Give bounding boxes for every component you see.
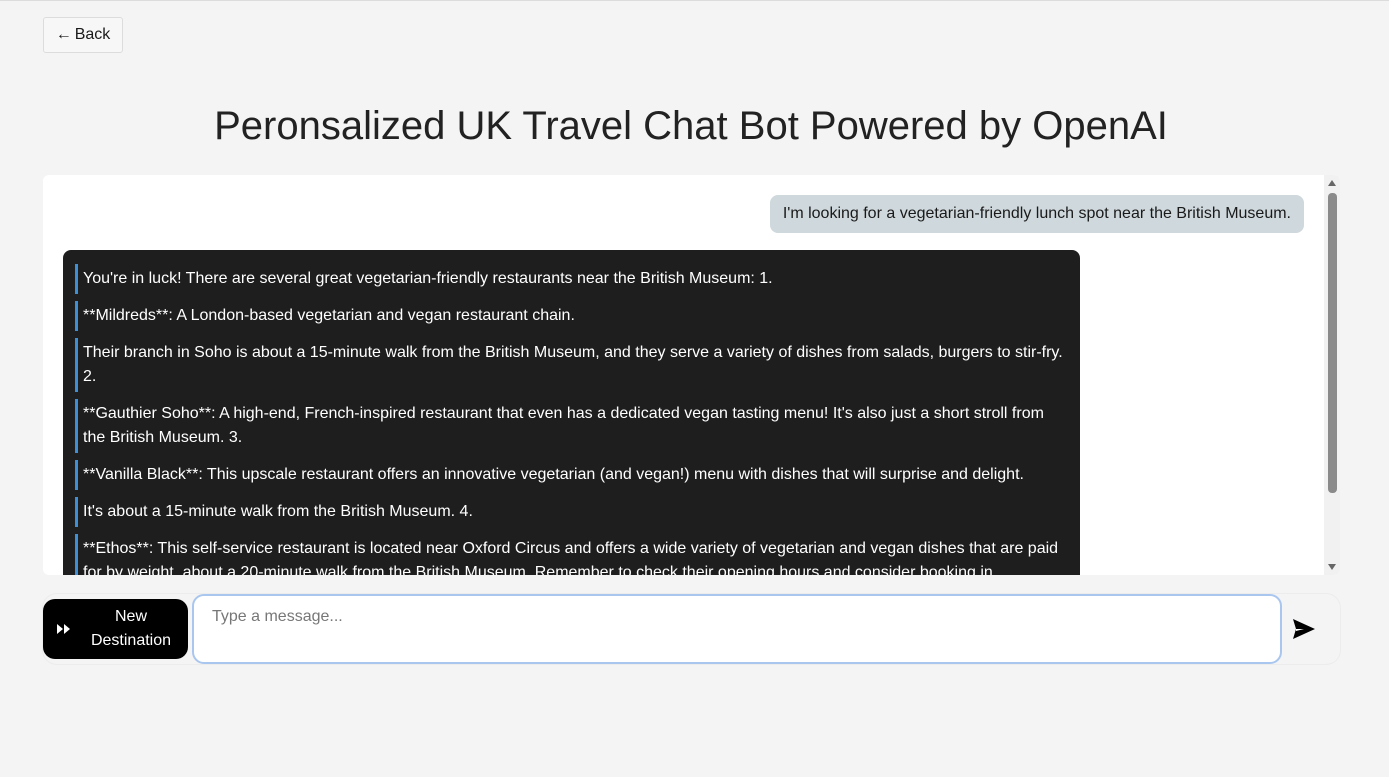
chat-scrollbar[interactable] (1324, 175, 1340, 575)
assistant-paragraph: **Vanilla Black**: This upscale restaura… (75, 460, 1068, 490)
assistant-paragraph: **Ethos**: This self-service restaurant … (75, 534, 1068, 575)
assistant-paragraph: It's about a 15-minute walk from the Bri… (75, 497, 1068, 527)
message-input[interactable] (192, 594, 1282, 664)
chat-messages: I'm looking for a vegetarian-friendly lu… (43, 175, 1324, 575)
scrollbar-thumb[interactable] (1328, 193, 1337, 493)
message-composer: New Destination (43, 594, 1340, 664)
assistant-paragraph: You're in luck! There are several great … (75, 264, 1068, 294)
assistant-paragraph: Their branch in Soho is about a 15-minut… (75, 338, 1068, 392)
chat-panel: I'm looking for a vegetarian-friendly lu… (43, 175, 1340, 575)
back-label: Back (74, 26, 111, 43)
back-button[interactable]: ← Back (43, 17, 123, 53)
new-destination-button[interactable]: New Destination (43, 599, 188, 659)
scroll-down-arrow-icon[interactable] (1328, 564, 1336, 570)
assistant-message: You're in luck! There are several great … (63, 250, 1080, 575)
user-message: I'm looking for a vegetarian-friendly lu… (769, 195, 1304, 233)
top-divider (0, 0, 1389, 1)
send-icon (1293, 619, 1315, 639)
arrow-left-icon: ← (55, 26, 72, 43)
scroll-up-arrow-icon[interactable] (1328, 180, 1336, 186)
send-button[interactable] (1288, 614, 1320, 644)
assistant-paragraph: **Mildreds**: A London-based vegetarian … (75, 301, 1068, 331)
assistant-paragraph: **Gauthier Soho**: A high-end, French-in… (75, 399, 1068, 453)
fast-forward-icon (57, 624, 70, 634)
new-destination-label: New Destination (90, 608, 172, 649)
page-title: Peronsalized UK Travel Chat Bot Powered … (214, 104, 1168, 148)
